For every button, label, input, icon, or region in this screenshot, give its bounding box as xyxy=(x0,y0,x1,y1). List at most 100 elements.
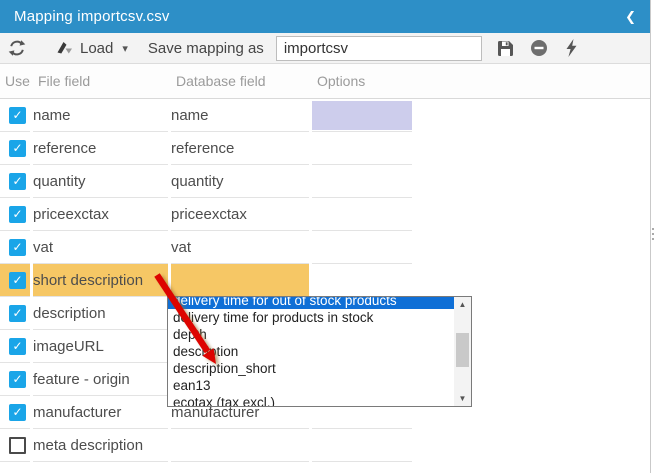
use-checkbox[interactable] xyxy=(9,437,26,454)
dropdown-item[interactable]: delivery time for products in stock xyxy=(168,309,454,326)
refresh-button[interactable] xyxy=(8,39,26,57)
use-checkbox[interactable]: ✓ xyxy=(9,338,26,355)
mapping-table: ✓ name name ✓ reference reference ✓ quan… xyxy=(0,99,650,462)
database-field-dropdown: delivery time for out of stock products … xyxy=(167,296,472,407)
table-row: meta description xyxy=(0,429,650,462)
dropdown-item[interactable]: depth xyxy=(168,326,454,343)
check-icon: ✓ xyxy=(12,373,22,385)
dropdown-list: delivery time for out of stock products … xyxy=(168,296,471,407)
use-cell: ✓ xyxy=(0,396,30,429)
column-header-use: Use xyxy=(5,73,35,89)
use-cell: ✓ xyxy=(0,330,30,363)
use-cell: ✓ xyxy=(0,297,30,330)
dropdown-item[interactable]: delivery time for out of stock products xyxy=(168,296,454,309)
check-icon: ✓ xyxy=(12,109,22,121)
check-icon: ✓ xyxy=(12,241,22,253)
table-row: ✓ quantity quantity xyxy=(0,165,650,198)
file-field-cell: meta description xyxy=(33,429,168,462)
options-cell xyxy=(312,165,412,198)
table-row: ✓ name name xyxy=(0,99,650,132)
file-field-cell: vat xyxy=(33,231,168,264)
panel-resize-handle[interactable] xyxy=(652,226,654,241)
file-field-cell: feature - origin xyxy=(33,363,168,396)
load-label: Load xyxy=(80,40,113,57)
save-mapping-as-label: Save mapping as xyxy=(148,40,264,57)
options-cell xyxy=(312,99,412,132)
column-header-options: Options xyxy=(317,73,417,89)
panel-header: Mapping importcsv.csv ❮ xyxy=(0,0,650,33)
lightning-icon xyxy=(564,39,578,57)
options-cell xyxy=(312,198,412,231)
options-highlight-box xyxy=(312,101,412,130)
use-checkbox[interactable]: ✓ xyxy=(9,173,26,190)
minus-circle-icon xyxy=(530,39,548,57)
options-cell xyxy=(312,231,412,264)
column-header-file-field: File field xyxy=(38,73,173,89)
scroll-thumb[interactable] xyxy=(456,333,469,367)
page-title: Mapping importcsv.csv xyxy=(14,8,170,25)
file-field-cell: short description xyxy=(33,264,168,297)
use-checkbox[interactable]: ✓ xyxy=(9,272,26,289)
use-cell: ✓ xyxy=(0,132,30,165)
check-icon: ✓ xyxy=(12,175,22,187)
use-checkbox[interactable]: ✓ xyxy=(9,371,26,388)
refresh-icon xyxy=(8,39,26,57)
use-cell: ✓ xyxy=(0,99,30,132)
column-header-database-field: Database field xyxy=(176,73,314,89)
database-field-cell[interactable] xyxy=(171,429,309,462)
collapse-panel-icon[interactable]: ❮ xyxy=(625,9,636,25)
use-checkbox[interactable]: ✓ xyxy=(9,206,26,223)
check-icon: ✓ xyxy=(12,340,22,352)
run-import-button[interactable] xyxy=(564,39,578,57)
database-field-cell[interactable]: priceexctax xyxy=(171,198,309,231)
file-field-cell: priceexctax xyxy=(33,198,168,231)
use-cell: ✓ xyxy=(0,231,30,264)
file-field-cell: reference xyxy=(33,132,168,165)
dropdown-scrollbar[interactable]: ▲ ▼ xyxy=(454,297,471,406)
dropdown-item[interactable]: ecotax (tax excl.) xyxy=(168,394,454,407)
save-mapping-button[interactable] xyxy=(497,40,514,57)
options-cell xyxy=(312,264,412,297)
file-field-cell: quantity xyxy=(33,165,168,198)
check-icon: ✓ xyxy=(12,406,22,418)
dropdown-item[interactable]: description_short xyxy=(168,360,454,377)
check-icon: ✓ xyxy=(12,274,22,286)
options-cell xyxy=(312,429,412,462)
options-cell xyxy=(312,132,412,165)
dropdown-item[interactable]: description xyxy=(168,343,454,360)
mapping-name-input[interactable] xyxy=(276,36,482,61)
file-field-cell: manufacturer xyxy=(33,396,168,429)
scroll-down-icon[interactable]: ▼ xyxy=(454,391,471,406)
file-field-cell: name xyxy=(33,99,168,132)
check-icon: ✓ xyxy=(12,307,22,319)
use-checkbox[interactable]: ✓ xyxy=(9,404,26,421)
table-row: ✓ reference reference xyxy=(0,132,650,165)
use-checkbox[interactable]: ✓ xyxy=(9,107,26,124)
table-header: Use File field Database field Options xyxy=(0,64,650,99)
database-field-cell[interactable]: reference xyxy=(171,132,309,165)
file-field-cell: description xyxy=(33,297,168,330)
dropdown-item[interactable]: ean13 xyxy=(168,377,454,394)
toolbar: Load ▾ Save mapping as xyxy=(0,33,650,64)
table-row: ✓ vat vat xyxy=(0,231,650,264)
database-field-cell[interactable] xyxy=(171,264,309,297)
file-field-cell: imageURL xyxy=(33,330,168,363)
use-checkbox[interactable]: ✓ xyxy=(9,140,26,157)
check-icon: ✓ xyxy=(12,142,22,154)
use-cell: ✓ xyxy=(0,165,30,198)
scroll-up-icon[interactable]: ▲ xyxy=(454,297,471,312)
database-field-cell[interactable]: quantity xyxy=(171,165,309,198)
use-cell: ✓ xyxy=(0,363,30,396)
disable-button[interactable] xyxy=(530,39,548,57)
load-mapping-button[interactable]: Load ▾ xyxy=(56,40,128,57)
database-field-cell[interactable]: name xyxy=(171,99,309,132)
load-icon xyxy=(56,40,74,56)
use-cell: ✓ xyxy=(0,198,30,231)
table-row: ✓ priceexctax priceexctax xyxy=(0,198,650,231)
use-cell: ✓ xyxy=(0,264,30,297)
use-checkbox[interactable]: ✓ xyxy=(9,239,26,256)
use-checkbox[interactable]: ✓ xyxy=(9,305,26,322)
use-cell xyxy=(0,429,30,462)
database-field-cell[interactable]: vat xyxy=(171,231,309,264)
save-icon xyxy=(497,40,514,57)
